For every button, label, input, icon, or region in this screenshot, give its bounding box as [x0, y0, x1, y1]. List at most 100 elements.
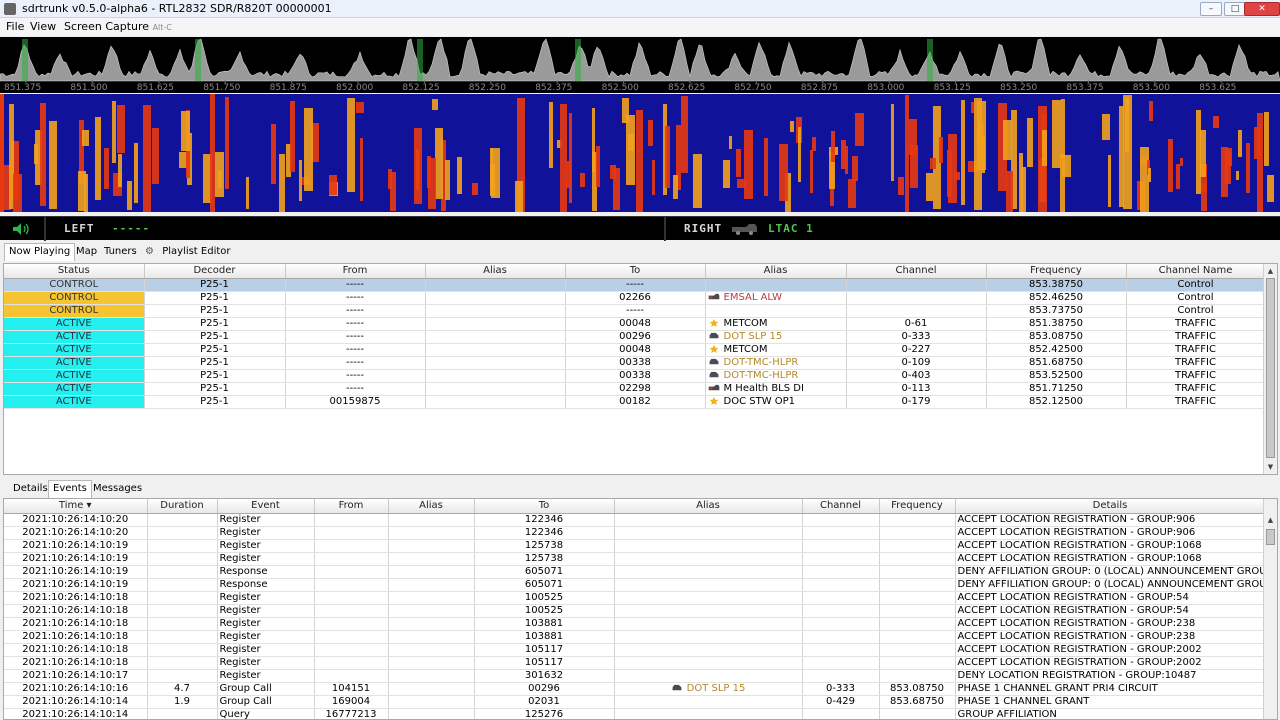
- scroll-thumb[interactable]: [1266, 278, 1275, 458]
- column-header[interactable]: Status: [4, 264, 145, 279]
- scroll-up-icon[interactable]: ▲: [1266, 515, 1275, 525]
- tab-playlist-editor[interactable]: ⚙ Playlist Editor: [140, 243, 236, 261]
- event-row[interactable]: 2021:10:26:14:10:19 Response 605071 DENY AF…: [4, 578, 1266, 592]
- column-header[interactable]: Frequency: [986, 264, 1127, 279]
- tab-events[interactable]: Events: [48, 480, 92, 498]
- event-row[interactable]: 2021:10:26:14:10:14 Query 16777213 125276 GR…: [4, 708, 1266, 719]
- from-cell: -----: [285, 343, 426, 357]
- waterfall-signal: [798, 127, 801, 182]
- frequency-cell: 853.38750: [986, 278, 1127, 292]
- event-row[interactable]: 2021:10:26:14:10:19 Register 125738 ACCEPT …: [4, 539, 1266, 553]
- menu-screen-capture-label: Screen Capture: [64, 20, 150, 33]
- waterfall-signal: [954, 172, 960, 180]
- tab-details[interactable]: Details: [8, 480, 53, 498]
- event-row[interactable]: 2021:10:26:14:10:18 Register 100525 ACCEPT …: [4, 604, 1266, 618]
- column-header[interactable]: Frequency: [879, 499, 956, 514]
- event-event-cell: Query: [217, 708, 315, 719]
- menu-file[interactable]: File: [6, 20, 24, 33]
- scroll-up-icon[interactable]: ▲: [1266, 266, 1275, 276]
- event-row[interactable]: 2021:10:26:14:10:14 1.9 Group Call 169004 02…: [4, 695, 1266, 709]
- channel-row[interactable]: CONTROL P25-1 ----- 02266 EMSAL ALW 852.46250…: [4, 291, 1266, 305]
- column-header[interactable]: Duration: [147, 499, 218, 514]
- column-header[interactable]: Details: [955, 499, 1266, 514]
- column-header[interactable]: Alias: [705, 264, 847, 279]
- channel-cell: 0-61: [846, 317, 987, 331]
- scroll-down-icon[interactable]: ▼: [1266, 462, 1275, 472]
- waterfall-display[interactable]: [0, 94, 1280, 212]
- event-row[interactable]: 2021:10:26:14:10:17 Register 301632 DENY LO…: [4, 669, 1266, 683]
- minimize-icon[interactable]: –: [1200, 2, 1222, 16]
- column-header[interactable]: Time ▾: [4, 499, 148, 514]
- column-header[interactable]: Alias: [425, 264, 566, 279]
- channel-row[interactable]: ACTIVE P25-1 ----- 00338 DOT-TMC-HLPR 0-109 85…: [4, 356, 1266, 370]
- event-row[interactable]: 2021:10:26:14:10:18 Register 100525 ACCEPT …: [4, 591, 1266, 605]
- close-icon[interactable]: ✕: [1244, 2, 1280, 16]
- event-row[interactable]: 2021:10:26:14:10:20 Register 122346 ACCEPT …: [4, 513, 1266, 527]
- event-duration-cell: [147, 552, 218, 566]
- event-frequency-cell: [879, 526, 956, 540]
- tab-tuners[interactable]: Tuners: [99, 243, 142, 261]
- channel-row[interactable]: ACTIVE P25-1 ----- 00296 DOT SLP 15 0-333 853.…: [4, 330, 1266, 344]
- column-header[interactable]: Alias: [614, 499, 803, 514]
- waterfall-signal: [845, 146, 848, 174]
- waterfall-signal: [1176, 164, 1180, 189]
- scroll-thumb[interactable]: [1266, 529, 1275, 545]
- waterfall-signal: [1102, 114, 1110, 140]
- waterfall-signal: [127, 181, 132, 210]
- car-icon: [672, 684, 682, 690]
- channel-row[interactable]: ACTIVE P25-1 ----- 00338 DOT-TMC-HLPR 0-403 85…: [4, 369, 1266, 383]
- event-row[interactable]: 2021:10:26:14:10:18 Register 105117 ACCEPT …: [4, 656, 1266, 670]
- channel-row[interactable]: ACTIVE P25-1 ----- 02298 M Health BLS DI 0-11…: [4, 382, 1266, 396]
- frequency-cell: 851.68750: [986, 356, 1127, 370]
- frequency-tick-label: 851.750: [203, 83, 240, 93]
- menu-screen-capture[interactable]: Screen Capture Alt-C: [64, 20, 172, 33]
- event-row[interactable]: 2021:10:26:14:10:18 Register 103881 ACCEPT …: [4, 617, 1266, 631]
- event-row[interactable]: 2021:10:26:14:10:19 Register 125738 ACCEPT …: [4, 552, 1266, 566]
- channels-scrollbar[interactable]: ▲ ▼: [1263, 264, 1277, 474]
- waterfall-signal: [673, 175, 678, 199]
- events-scrollbar[interactable]: ▲: [1263, 499, 1277, 719]
- waterfall-signal: [549, 102, 553, 168]
- event-duration-cell: [147, 708, 218, 719]
- column-header[interactable]: Channel: [846, 264, 987, 279]
- column-header[interactable]: Channel: [802, 499, 880, 514]
- column-header[interactable]: To: [565, 264, 706, 279]
- column-header[interactable]: Alias: [388, 499, 475, 514]
- menu-view[interactable]: View: [30, 20, 56, 33]
- event-channel-cell: [802, 656, 880, 670]
- event-row[interactable]: 2021:10:26:14:10:16 4.7 Group Call 104151 00…: [4, 682, 1266, 696]
- event-frequency-cell: [879, 578, 956, 592]
- spectrum-display[interactable]: 851.375 851.500 851.625 851.750 851.875 852.0…: [0, 37, 1280, 93]
- column-header[interactable]: Decoder: [144, 264, 286, 279]
- event-row[interactable]: 2021:10:26:14:10:19 Response 605071 DENY AF…: [4, 565, 1266, 579]
- event-row[interactable]: 2021:10:26:14:10:18 Register 103881 ACCEPT …: [4, 630, 1266, 644]
- channel-row[interactable]: ACTIVE P25-1 00159875 00182 DOC STW OP1 0-179…: [4, 395, 1266, 409]
- event-event-cell: Group Call: [217, 695, 315, 709]
- status-cell: ACTIVE: [4, 343, 145, 357]
- event-row[interactable]: 2021:10:26:14:10:18 Register 105117 ACCEPT …: [4, 643, 1266, 657]
- event-row[interactable]: 2021:10:26:14:10:20 Register 122346 ACCEPT …: [4, 526, 1266, 540]
- channel-row[interactable]: CONTROL P25-1 ----- ----- 853.38750 Control: [4, 278, 1266, 292]
- channel-row[interactable]: ACTIVE P25-1 ----- 00048 METCOM 0-227 852.4250…: [4, 343, 1266, 357]
- tab-now-playing[interactable]: Now Playing: [4, 243, 76, 261]
- tab-map[interactable]: Map: [71, 243, 102, 261]
- maximize-icon[interactable]: □: [1224, 2, 1246, 16]
- event-time-cell: 2021:10:26:14:10:19: [4, 539, 148, 553]
- event-event-cell: Register: [217, 617, 315, 631]
- waterfall-signal: [13, 174, 22, 212]
- event-event-cell: Register: [217, 604, 315, 618]
- event-time-cell: 2021:10:26:14:10:19: [4, 578, 148, 592]
- channel-row[interactable]: CONTROL P25-1 ----- ----- 853.73750 Control: [4, 304, 1266, 318]
- from-alias-cell: [425, 291, 566, 305]
- column-header[interactable]: To: [474, 499, 615, 514]
- channel-row[interactable]: ACTIVE P25-1 ----- 00048 METCOM 0-61 851.38750…: [4, 317, 1266, 331]
- speaker-icon[interactable]: [12, 222, 30, 236]
- tab-messages[interactable]: Messages: [88, 480, 147, 498]
- column-header[interactable]: From: [314, 499, 389, 514]
- event-channel-cell: 0-333: [802, 682, 880, 696]
- event-details-cell: DENY LOCATION REGISTRATION - GROUP:10487: [955, 669, 1266, 683]
- frequency-tick-label: 852.000: [336, 83, 373, 93]
- column-header[interactable]: From: [285, 264, 426, 279]
- column-header[interactable]: Event: [217, 499, 315, 514]
- column-header[interactable]: Channel Name: [1126, 264, 1266, 279]
